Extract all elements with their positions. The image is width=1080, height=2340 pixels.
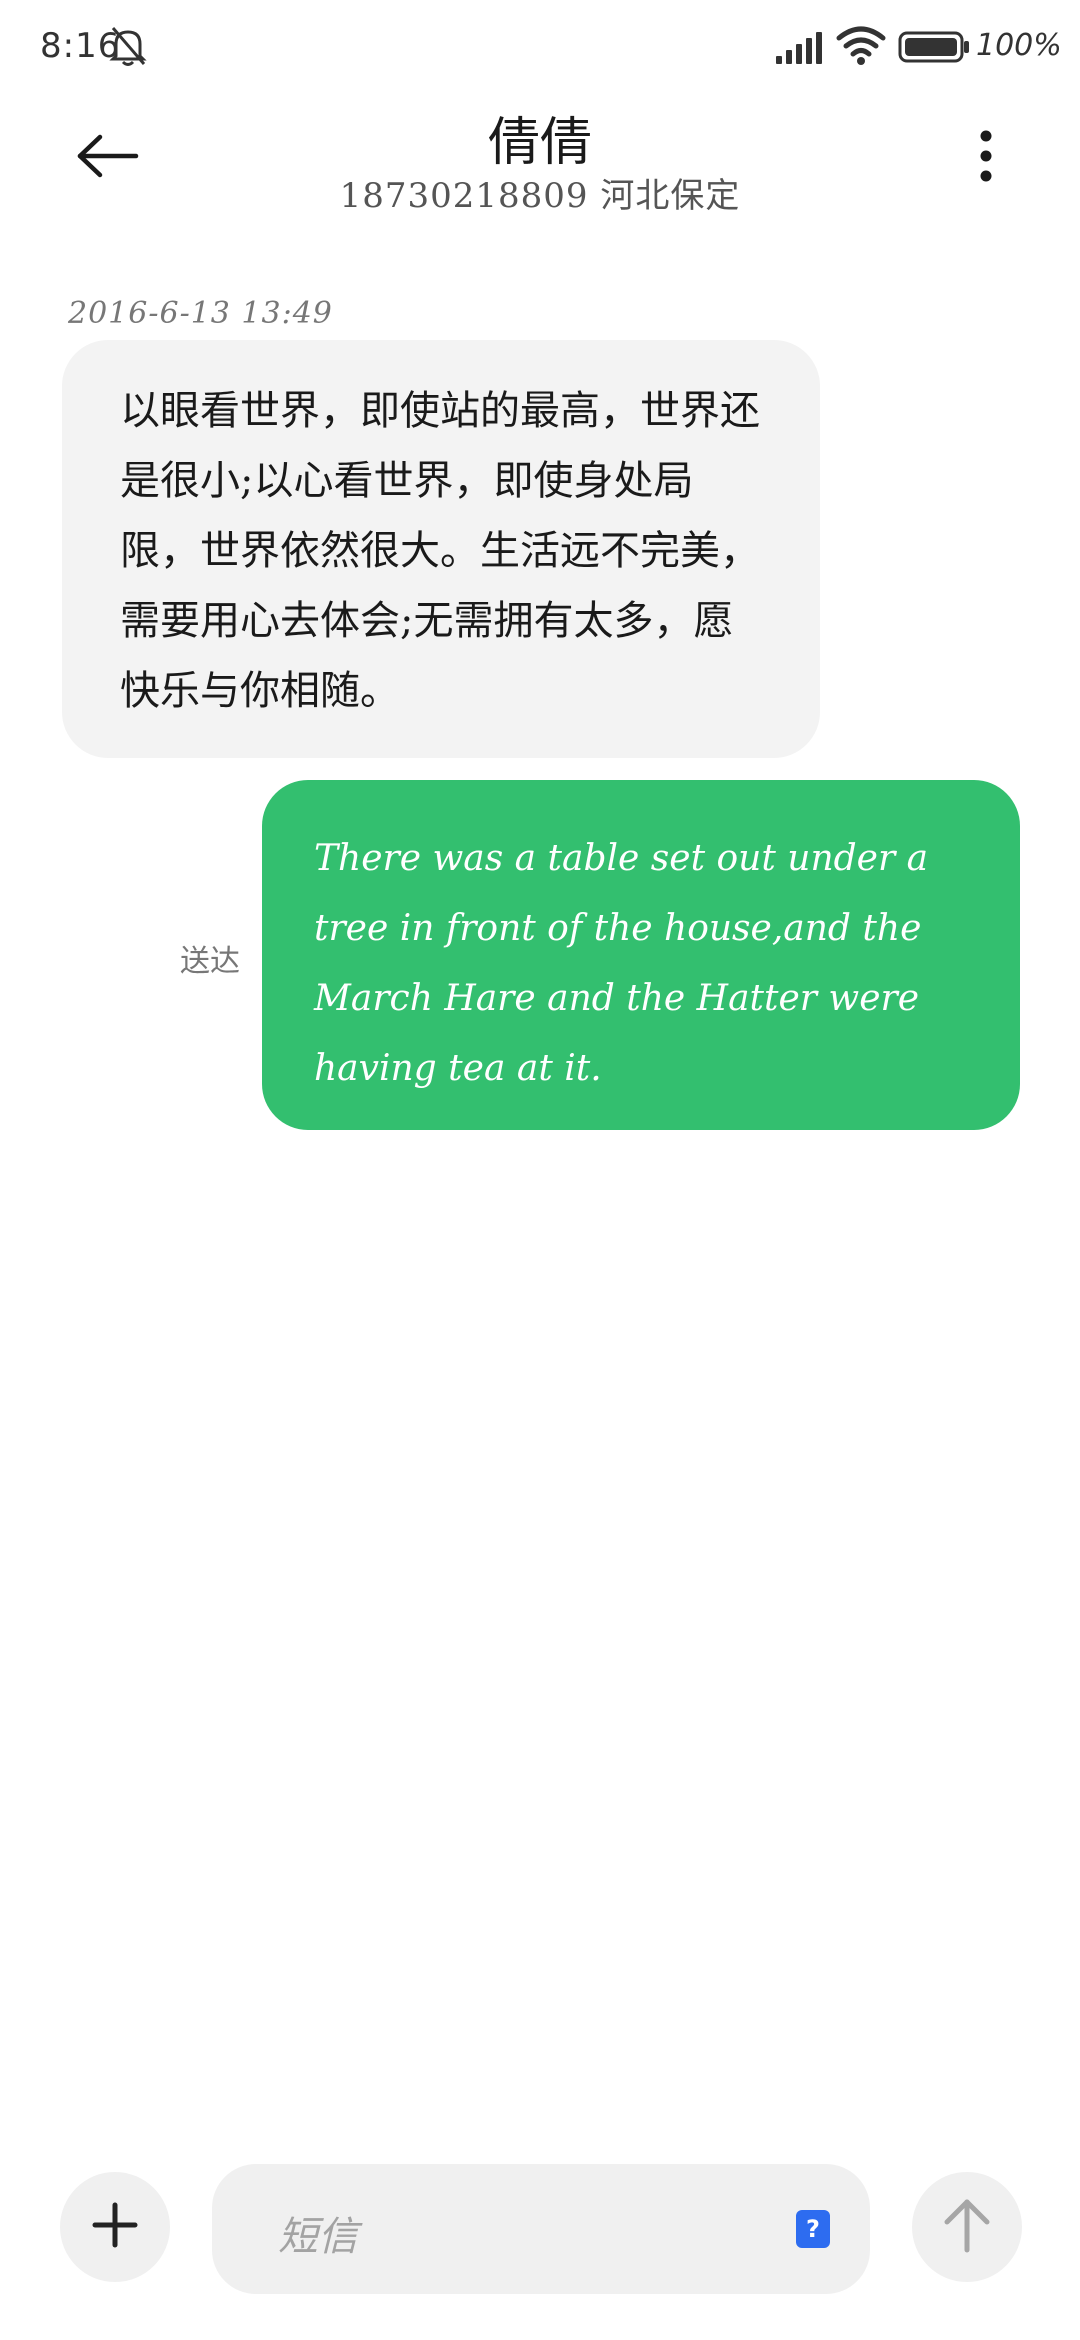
contact-phone-location: 18730218809 河北保定 <box>339 176 741 216</box>
outgoing-message-bubble[interactable]: There was a table set out under a tree i… <box>262 780 1020 1130</box>
help-icon[interactable]: ? <box>796 2210 830 2248</box>
more-options-button[interactable] <box>956 120 1016 196</box>
battery-percentage: 100% <box>976 28 1062 63</box>
plus-icon <box>92 2202 138 2252</box>
bell-off-icon <box>108 24 148 68</box>
incoming-message-bubble[interactable]: 以眼看世界，即使站的最高，世界还是很小;以心看世界，即使身处局限，世界依然很大。… <box>62 340 820 758</box>
sms-input-placeholder: 短信 <box>278 2214 358 2260</box>
attach-button[interactable] <box>60 2172 170 2282</box>
wifi-icon <box>836 26 886 66</box>
send-button[interactable] <box>912 2172 1022 2282</box>
signal-icon <box>774 30 824 66</box>
arrow-up-icon <box>943 2196 991 2258</box>
arrow-left-icon <box>76 134 140 182</box>
delivery-status: 送达 <box>180 944 240 979</box>
more-vertical-icon <box>978 130 994 186</box>
status-bar: 8:16 100% <box>0 0 1080 90</box>
back-button[interactable] <box>60 120 156 196</box>
message-timestamp: 2016-6-13 13:49 <box>68 296 333 331</box>
contact-name: 倩倩 <box>487 113 592 173</box>
battery-icon <box>898 30 970 64</box>
sms-input[interactable]: 短信 ? <box>212 2164 870 2294</box>
incoming-message-text: 以眼看世界，即使站的最高，世界还是很小;以心看世界，即使身处局限，世界依然很大。… <box>120 388 760 714</box>
outgoing-message-text: There was a table set out under a tree i… <box>314 838 929 1089</box>
